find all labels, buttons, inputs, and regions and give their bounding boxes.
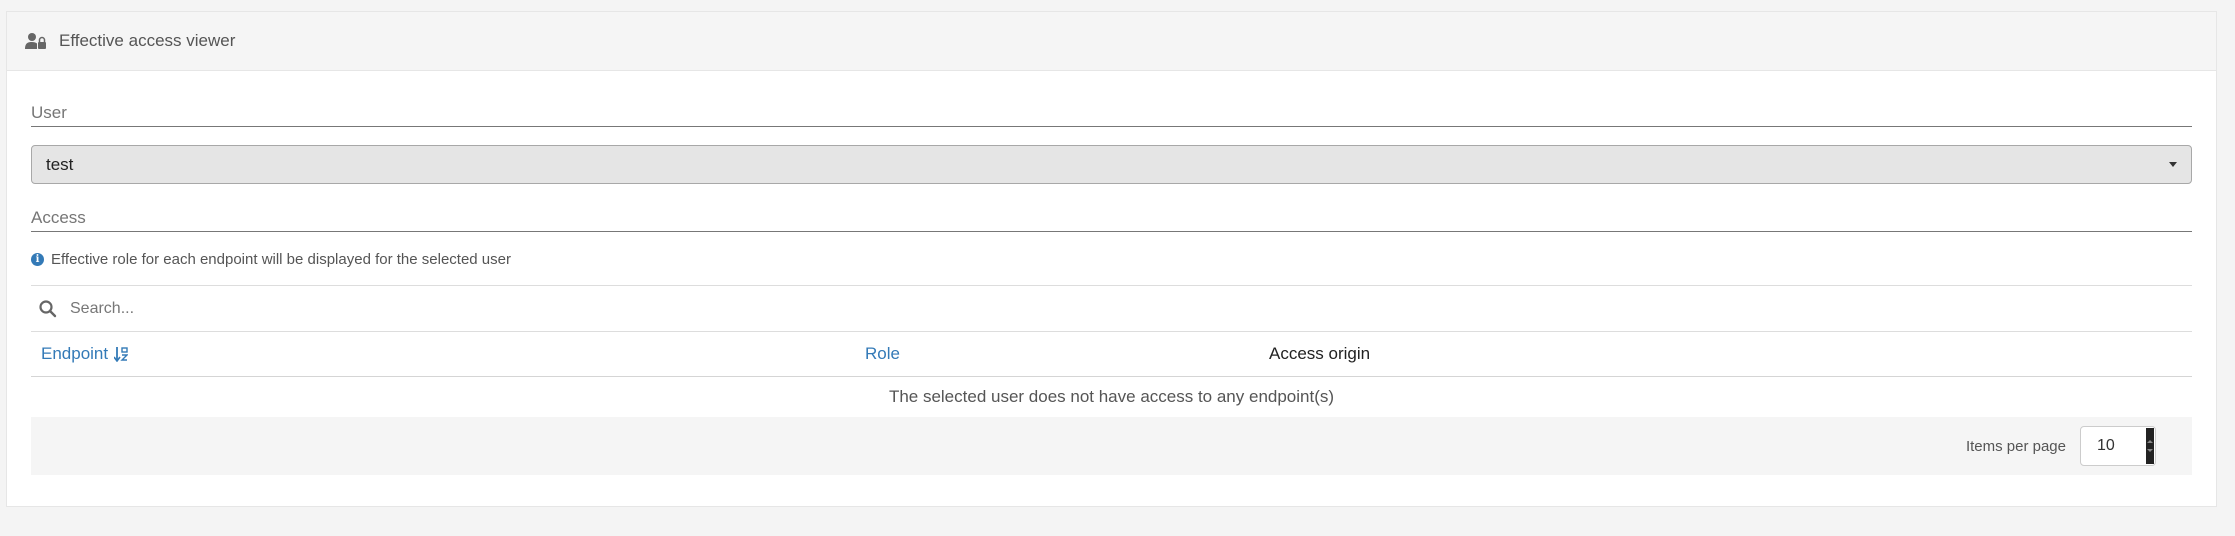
sort-ascending-icon [114,346,129,362]
info-text: Effective role for each endpoint will be… [51,251,511,268]
info-message: i Effective role for each endpoint will … [31,251,2192,268]
items-per-page-label: Items per page [1965,437,2066,455]
column-header-role[interactable]: Role [865,332,900,376]
widget-body: User test Access i Effective role for ea… [7,103,2216,475]
column-header-endpoint[interactable]: Endpoint [41,332,129,376]
column-label-endpoint: Endpoint [41,344,109,363]
user-section-title: User [31,103,2192,127]
spinner-icon[interactable] [2146,428,2154,464]
items-per-page-value: 10 [2097,437,2115,454]
info-icon: i [31,253,44,266]
column-label-access-origin: Access origin [1269,344,1371,363]
widget-header: Effective access viewer [7,12,2216,71]
table-header: Endpoint Role Access origin [31,332,2192,377]
empty-table-message: The selected user does not have access t… [888,387,1335,406]
table-footer: Items per page 10 [31,417,2192,475]
column-label-role: Role [865,344,900,363]
search-bar [31,285,2192,332]
user-select-value: test [46,154,74,174]
items-per-page-select[interactable]: 10 [2080,426,2156,466]
column-header-access-origin: Access origin [1269,332,1370,376]
chevron-down-icon [2169,162,2177,167]
search-input[interactable] [68,298,672,319]
user-lock-icon [25,32,47,50]
effective-access-widget: Effective access viewer User test Access… [6,11,2217,507]
access-section-title: Access [31,208,2192,232]
widget-title: Effective access viewer [59,31,236,50]
user-select[interactable]: test [31,145,2192,184]
search-icon [39,299,57,318]
